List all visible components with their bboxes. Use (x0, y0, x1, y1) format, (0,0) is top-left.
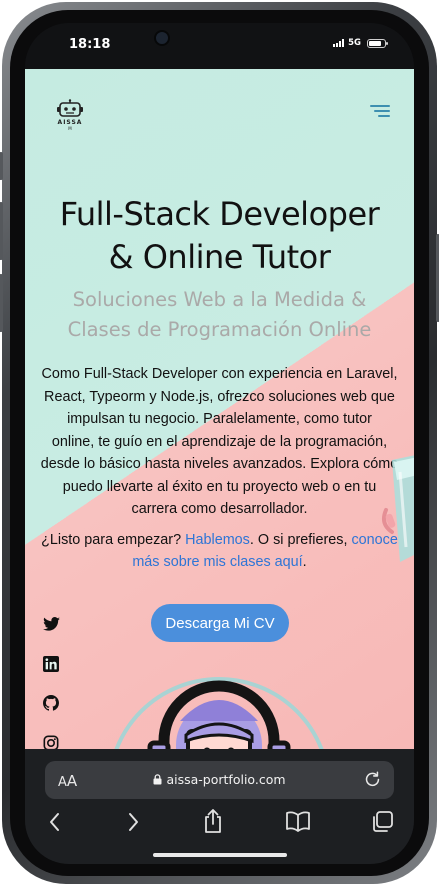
twitter-icon[interactable] (43, 617, 60, 636)
avatar-illustration (104, 659, 334, 749)
cta-end: . (302, 554, 307, 570)
intro-line: React, Typeorm y Node.js, ofrezco soluci… (44, 388, 395, 405)
hamburger-menu-icon[interactable] (370, 103, 390, 119)
screen: 18:18 5G AISSA M Full-Stack Developer & … (25, 23, 414, 864)
battery-icon (367, 38, 388, 48)
bookmarks-icon[interactable] (285, 810, 311, 837)
hero-subtitle: Soluciones Web a la Medida & Clases de P… (45, 285, 394, 345)
share-icon[interactable] (202, 808, 224, 839)
forward-icon[interactable] (125, 811, 141, 838)
robot-logo-icon (57, 99, 83, 117)
intro-paragraph: Como Full-Stack Developer con experienci… (39, 363, 400, 521)
headline-line-2: & Online Tutor (108, 238, 331, 276)
classes-link-part-1[interactable]: conoce (351, 532, 397, 548)
url-text: aissa-portfolio.com (166, 772, 286, 787)
site-logo[interactable]: AISSA M (53, 99, 87, 131)
hero-headline: Full-Stack Developer & Online Tutor (25, 193, 414, 279)
status-bar: 18:18 5G (25, 23, 414, 69)
volume-down-button (0, 274, 3, 332)
tabs-icon[interactable] (370, 810, 394, 839)
intro-line: online, te guío en el aprendizaje de la … (51, 433, 388, 450)
logo-subtext: M (68, 126, 72, 131)
headline-line-1: Full-Stack Developer (59, 195, 380, 233)
intro-line: impulsan tu negocio. Paralelamente, como… (67, 411, 372, 427)
subtitle-line-2: Clases de Programación Online (67, 318, 372, 341)
battery-level (369, 40, 381, 46)
cta-middle: . O si prefieres, (249, 532, 352, 548)
webpage[interactable]: AISSA M Full-Stack Developer & Online Tu… (25, 69, 414, 749)
reload-icon[interactable] (364, 771, 381, 793)
lock-icon (153, 774, 162, 785)
intro-line: carrera como desarrollador. (131, 501, 308, 517)
clock: 18:18 (69, 37, 111, 52)
network-label: 5G (348, 38, 361, 48)
volume-up-button (0, 202, 3, 260)
url-display: aissa-portfolio.com (45, 772, 394, 787)
classes-link-part-2[interactable]: más sobre mis clases aquí (132, 554, 302, 570)
front-camera (154, 30, 170, 46)
linkedin-icon[interactable] (43, 656, 59, 677)
call-to-action: ¿Listo para empezar? Hablemos. O si pref… (35, 529, 404, 573)
intro-line: Como Full-Stack Developer con experienci… (41, 366, 398, 382)
address-bar[interactable]: AA aissa-portfolio.com (45, 761, 394, 799)
intro-line: puedo llevarte al éxito en tu proyecto w… (62, 478, 377, 495)
browser-toolbar: AA aissa-portfolio.com (25, 749, 414, 864)
github-icon[interactable] (43, 695, 59, 716)
cta-prefix: ¿Listo para empezar? (41, 532, 186, 548)
download-cv-button[interactable]: Descarga Mi CV (151, 604, 289, 642)
contact-link[interactable]: Hablemos (185, 532, 250, 548)
subtitle-line-1: Soluciones Web a la Medida & (72, 288, 367, 311)
mute-switch (0, 152, 3, 180)
instagram-icon[interactable] (43, 735, 59, 749)
status-indicators: 5G (333, 38, 388, 48)
back-icon[interactable] (47, 811, 63, 838)
intro-line: desde lo básico hasta niveles avanzados.… (40, 456, 399, 472)
logo-text: AISSA (57, 119, 83, 126)
home-indicator[interactable] (153, 853, 287, 857)
signal-icon (333, 39, 345, 47)
